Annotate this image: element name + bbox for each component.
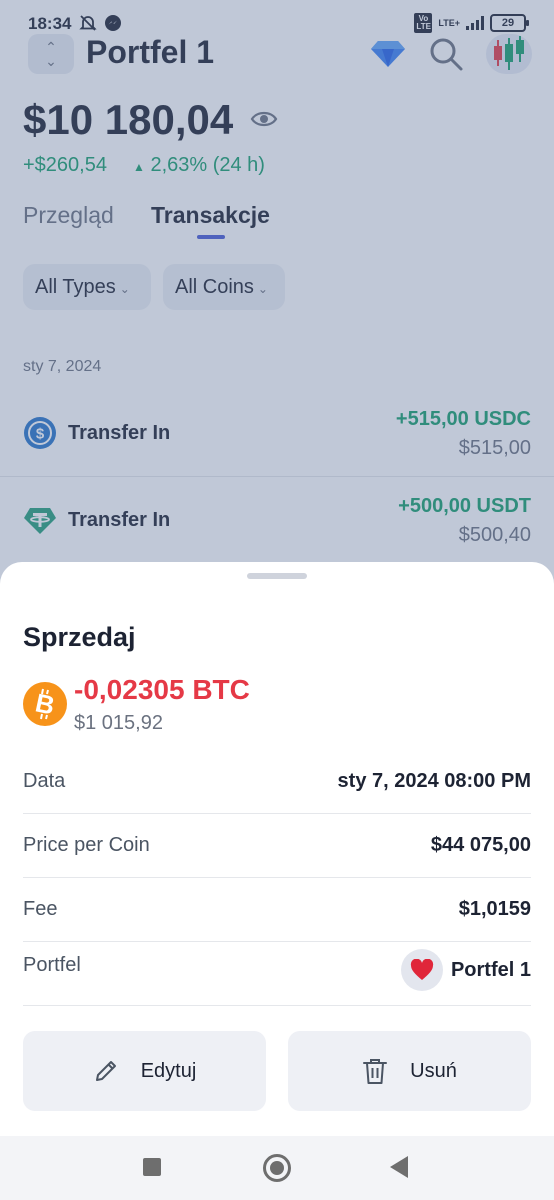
home-icon[interactable] (263, 1154, 291, 1182)
recents-icon[interactable] (143, 1158, 161, 1176)
portfolio-avatar (400, 949, 443, 991)
price-label: Price per Coin (23, 834, 150, 856)
portfolio-name: Portfel 1 (450, 958, 531, 981)
date-label: Data (23, 770, 66, 792)
pencil-icon (95, 1061, 116, 1081)
portfolio-label: Portfel (23, 954, 81, 976)
heart-icon (410, 959, 434, 980)
transaction-type-title: Sprzedaj (23, 622, 136, 652)
detail-row-date: Data sty 7, 2024 08:00 PM (23, 750, 531, 814)
transaction-detail-sheet: Sprzedaj B -0,02305 BTC $1 015,92 Data s… (0, 562, 554, 1136)
bitcoin-icon: B (23, 682, 67, 726)
transaction-fiat-value: $1 015,92 (74, 712, 163, 734)
date-value: sty 7, 2024 08:00 PM (337, 770, 531, 792)
edit-button-label: Edytuj (140, 1059, 197, 1082)
system-nav-bar (0, 1136, 554, 1200)
detail-row-fee: Fee $1,0159 (23, 878, 531, 942)
drag-handle[interactable] (247, 573, 307, 579)
edit-button[interactable]: Edytuj (23, 1031, 266, 1111)
fee-value: $1,0159 (458, 898, 531, 920)
detail-row-portfolio: Portfel Portfel 1 (23, 942, 531, 1006)
detail-row-price: Price per Coin $44 075,00 (23, 814, 531, 878)
back-icon[interactable] (390, 1156, 408, 1178)
price-value: $44 075,00 (430, 834, 531, 856)
delete-button[interactable]: Usuń (288, 1031, 531, 1111)
fee-label: Fee (23, 898, 58, 920)
trash-icon (363, 1059, 388, 1084)
transaction-amount: -0,02305 BTC (74, 674, 250, 705)
delete-button-label: Usuń (410, 1059, 457, 1082)
portfolio-value[interactable]: Portfel 1 (400, 949, 531, 991)
